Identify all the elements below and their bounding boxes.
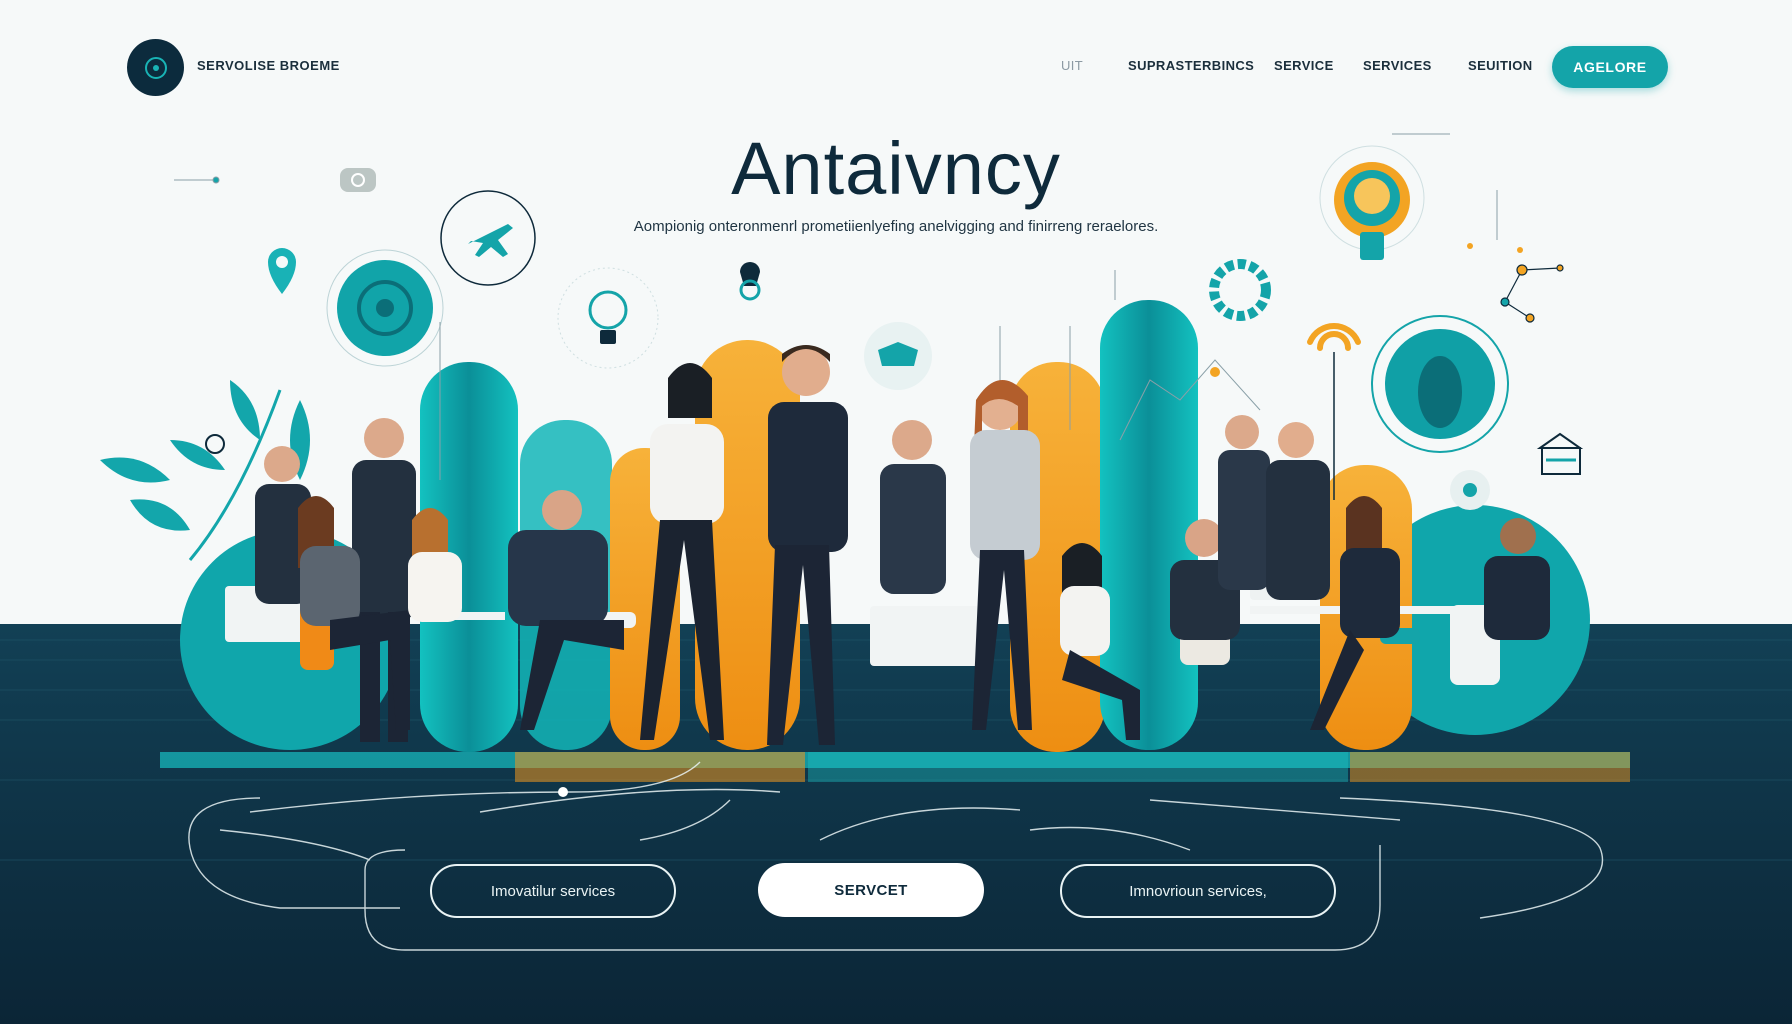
hero-subtitle: Aompionig onteronmenrl prometiienlyefing… bbox=[633, 218, 1159, 235]
nav-item-services[interactable]: SERVICES bbox=[1363, 58, 1432, 73]
hero-title: Antaivncy bbox=[731, 127, 1061, 210]
nav-item-service[interactable]: SERVICE bbox=[1274, 58, 1334, 73]
logo-icon bbox=[144, 56, 167, 79]
service-button[interactable]: SERVCET bbox=[758, 863, 984, 917]
wifi-icon bbox=[1307, 323, 1361, 351]
innovation-services-button-left[interactable]: Imovatilur services bbox=[430, 864, 676, 918]
cta-button[interactable]: AGELORE bbox=[1552, 46, 1668, 88]
monitor-icon bbox=[1536, 432, 1584, 475]
gear-icon-right bbox=[1209, 259, 1271, 321]
lightbulb-icon bbox=[557, 267, 659, 369]
tray-icon bbox=[864, 322, 932, 390]
gear-icon bbox=[326, 249, 444, 367]
map-pin-icon bbox=[268, 248, 296, 294]
nav-item-seuition[interactable]: SEUITION bbox=[1468, 58, 1533, 73]
nav-item-suprasterbincs[interactable]: SUPRASTERBINCS bbox=[1128, 58, 1254, 73]
brand-name[interactable]: SERVOLISE BROEME bbox=[197, 58, 340, 73]
logo[interactable] bbox=[127, 39, 184, 96]
nav-item-uit[interactable]: UIT bbox=[1061, 58, 1083, 73]
network-icon bbox=[1500, 264, 1564, 323]
innovation-services-button-right[interactable]: Imnovrioun services, bbox=[1060, 864, 1336, 918]
shield-emblem-icon bbox=[1371, 315, 1509, 453]
